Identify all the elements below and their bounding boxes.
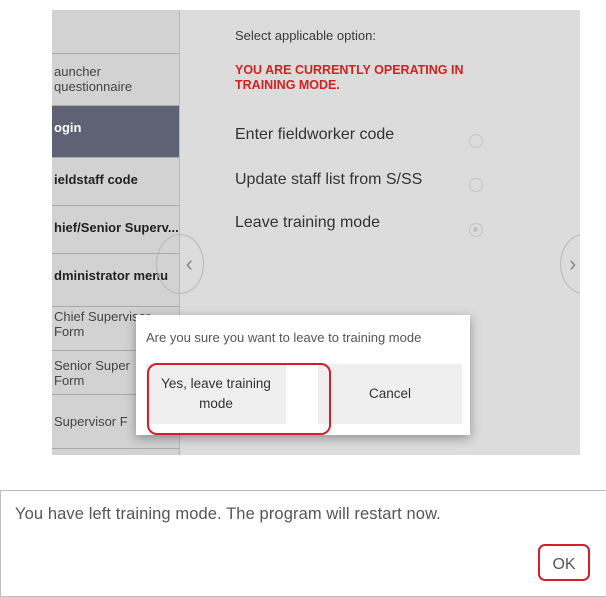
radio-enter-fieldworker-code[interactable]	[469, 134, 483, 148]
sidebar-divider	[52, 448, 179, 455]
chevron-left-icon: ‹	[185, 251, 193, 276]
ok-button[interactable]: OK	[538, 544, 590, 581]
sidebar-item-launcher-questionnaire[interactable]: auncher questionnaire	[52, 53, 179, 105]
option-leave-training-mode[interactable]: Leave training mode	[235, 214, 380, 232]
notice-box: You have left training mode. The program…	[0, 490, 606, 597]
option-update-staff-list[interactable]: Update staff list from S/SS	[235, 171, 422, 189]
sidebar-item-fieldstaff-code[interactable]: ieldstaff code	[52, 157, 179, 205]
prompt-text: Select applicable option:	[235, 28, 376, 43]
prev-page-button[interactable]: ‹	[156, 234, 204, 294]
dialog-message: Are you sure you want to leave to traini…	[146, 330, 422, 345]
notice-message: You have left training mode. The program…	[15, 505, 441, 523]
training-mode-warning: YOU ARE CURRENTLY OPERATING IN TRAINING …	[235, 63, 464, 92]
chevron-right-icon: ›	[569, 251, 577, 276]
sidebar-item-login[interactable]: ogin	[52, 105, 179, 157]
radio-update-staff-list[interactable]	[469, 178, 483, 192]
next-page-button[interactable]: ›	[560, 234, 580, 294]
radio-leave-training-mode[interactable]	[469, 223, 483, 237]
confirm-highlight	[147, 363, 331, 435]
option-enter-fieldworker-code[interactable]: Enter fieldworker code	[235, 126, 394, 144]
cancel-button[interactable]: Cancel	[318, 364, 462, 424]
